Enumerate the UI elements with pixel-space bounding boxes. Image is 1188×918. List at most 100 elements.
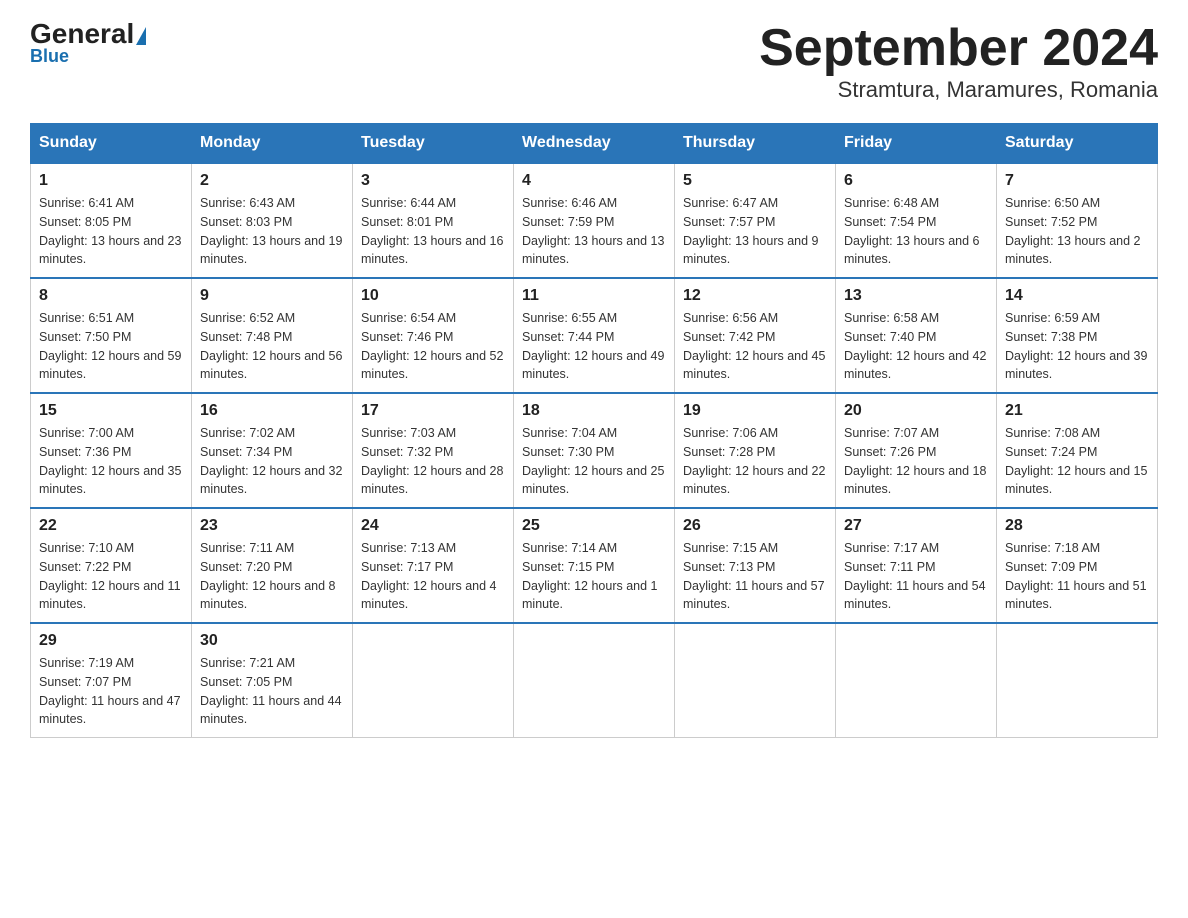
daylight-text: Daylight: 12 hours and 45 minutes.	[683, 349, 825, 382]
sunset-text: Sunset: 7:59 PM	[522, 215, 614, 229]
calendar-day-cell: 1Sunrise: 6:41 AMSunset: 8:05 PMDaylight…	[31, 163, 192, 278]
daylight-text: Daylight: 13 hours and 13 minutes.	[522, 234, 664, 267]
daylight-text: Daylight: 12 hours and 1 minute.	[522, 579, 658, 612]
calendar-day-cell	[353, 623, 514, 738]
calendar-day-cell: 23 Sunrise: 7:11 AMSunset: 7:20 PMDayligh…	[192, 508, 353, 623]
sunrise-text: Sunrise: 7:10 AM	[39, 541, 134, 555]
day-number: 2	[200, 172, 344, 190]
sunrise-text: Sunrise: 6:59 AM	[1005, 311, 1100, 325]
sunrise-text: Sunrise: 7:21 AM	[200, 656, 295, 670]
day-number: 3	[361, 172, 505, 190]
day-number: 4	[522, 172, 666, 190]
calendar-day-cell	[675, 623, 836, 738]
daylight-text: Daylight: 12 hours and 25 minutes.	[522, 464, 664, 497]
sunset-text: Sunset: 7:57 PM	[683, 215, 775, 229]
sunrise-text: Sunrise: 6:51 AM	[39, 311, 134, 325]
calendar-title: September 2024	[759, 20, 1158, 77]
sunset-text: Sunset: 7:24 PM	[1005, 445, 1097, 459]
sunset-text: Sunset: 7:32 PM	[361, 445, 453, 459]
daylight-text: Daylight: 13 hours and 2 minutes.	[1005, 234, 1141, 267]
sunrise-text: Sunrise: 6:55 AM	[522, 311, 617, 325]
sunset-text: Sunset: 7:38 PM	[1005, 330, 1097, 344]
day-info: Sunrise: 7:07 AMSunset: 7:26 PMDaylight:…	[844, 424, 988, 499]
daylight-text: Daylight: 11 hours and 47 minutes.	[39, 694, 181, 727]
calendar-day-cell: 12 Sunrise: 6:56 AMSunset: 7:42 PMDayligh…	[675, 278, 836, 393]
day-info: Sunrise: 7:19 AMSunset: 7:07 PMDaylight:…	[39, 654, 183, 729]
calendar-day-cell: 15Sunrise: 7:00 AMSunset: 7:36 PMDayligh…	[31, 393, 192, 508]
day-info: Sunrise: 6:44 AMSunset: 8:01 PMDaylight:…	[361, 194, 505, 269]
logo-blue-text: Blue	[30, 46, 69, 67]
day-number: 23	[200, 517, 344, 535]
daylight-text: Daylight: 12 hours and 28 minutes.	[361, 464, 503, 497]
day-number: 17	[361, 402, 505, 420]
calendar-day-cell: 9 Sunrise: 6:52 AMSunset: 7:48 PMDaylight…	[192, 278, 353, 393]
daylight-text: Daylight: 12 hours and 4 minutes.	[361, 579, 497, 612]
day-info: Sunrise: 7:21 AMSunset: 7:05 PMDaylight:…	[200, 654, 344, 729]
day-number: 15	[39, 402, 183, 420]
sunset-text: Sunset: 7:15 PM	[522, 560, 614, 574]
col-tuesday: Tuesday	[353, 124, 514, 164]
day-number: 28	[1005, 517, 1149, 535]
sunrise-text: Sunrise: 6:44 AM	[361, 196, 456, 210]
day-number: 7	[1005, 172, 1149, 190]
day-number: 26	[683, 517, 827, 535]
sunset-text: Sunset: 7:48 PM	[200, 330, 292, 344]
calendar-week-row: 1Sunrise: 6:41 AMSunset: 8:05 PMDaylight…	[31, 163, 1158, 278]
calendar-day-cell: 3 Sunrise: 6:44 AMSunset: 8:01 PMDaylight…	[353, 163, 514, 278]
calendar-day-cell: 18Sunrise: 7:04 AMSunset: 7:30 PMDayligh…	[514, 393, 675, 508]
logo-triangle-icon	[136, 27, 146, 45]
day-number: 30	[200, 632, 344, 650]
day-info: Sunrise: 6:55 AMSunset: 7:44 PMDaylight:…	[522, 309, 666, 384]
day-info: Sunrise: 7:02 AMSunset: 7:34 PMDaylight:…	[200, 424, 344, 499]
sunrise-text: Sunrise: 7:18 AM	[1005, 541, 1100, 555]
daylight-text: Daylight: 12 hours and 42 minutes.	[844, 349, 986, 382]
calendar-day-cell: 29 Sunrise: 7:19 AMSunset: 7:07 PMDayligh…	[31, 623, 192, 738]
daylight-text: Daylight: 11 hours and 57 minutes.	[683, 579, 825, 612]
sunrise-text: Sunrise: 6:41 AM	[39, 196, 134, 210]
day-info: Sunrise: 6:48 AMSunset: 7:54 PMDaylight:…	[844, 194, 988, 269]
day-number: 8	[39, 287, 183, 305]
day-info: Sunrise: 6:54 AMSunset: 7:46 PMDaylight:…	[361, 309, 505, 384]
calendar-day-cell: 2Sunrise: 6:43 AMSunset: 8:03 PMDaylight…	[192, 163, 353, 278]
calendar-day-cell: 24Sunrise: 7:13 AMSunset: 7:17 PMDayligh…	[353, 508, 514, 623]
sunrise-text: Sunrise: 7:14 AM	[522, 541, 617, 555]
day-info: Sunrise: 6:52 AMSunset: 7:48 PMDaylight:…	[200, 309, 344, 384]
day-number: 9	[200, 287, 344, 305]
calendar-day-cell: 6Sunrise: 6:48 AMSunset: 7:54 PMDaylight…	[836, 163, 997, 278]
day-info: Sunrise: 7:03 AMSunset: 7:32 PMDaylight:…	[361, 424, 505, 499]
sunset-text: Sunset: 7:52 PM	[1005, 215, 1097, 229]
calendar-day-cell: 30Sunrise: 7:21 AMSunset: 7:05 PMDayligh…	[192, 623, 353, 738]
sunset-text: Sunset: 7:11 PM	[844, 560, 936, 574]
col-wednesday: Wednesday	[514, 124, 675, 164]
day-info: Sunrise: 7:08 AMSunset: 7:24 PMDaylight:…	[1005, 424, 1149, 499]
sunrise-text: Sunrise: 7:15 AM	[683, 541, 778, 555]
day-info: Sunrise: 7:06 AMSunset: 7:28 PMDaylight:…	[683, 424, 827, 499]
calendar-day-cell: 26Sunrise: 7:15 AMSunset: 7:13 PMDayligh…	[675, 508, 836, 623]
daylight-text: Daylight: 12 hours and 11 minutes.	[39, 579, 181, 612]
calendar-day-cell	[997, 623, 1158, 738]
calendar-table: Sunday Monday Tuesday Wednesday Thursday…	[30, 123, 1158, 738]
page-header: General Blue September 2024 Stramtura, M…	[30, 20, 1158, 103]
sunset-text: Sunset: 7:05 PM	[200, 675, 292, 689]
calendar-day-cell: 21 Sunrise: 7:08 AMSunset: 7:24 PMDayligh…	[997, 393, 1158, 508]
daylight-text: Daylight: 12 hours and 15 minutes.	[1005, 464, 1147, 497]
day-number: 12	[683, 287, 827, 305]
sunrise-text: Sunrise: 6:47 AM	[683, 196, 778, 210]
day-number: 24	[361, 517, 505, 535]
calendar-day-cell: 14Sunrise: 6:59 AMSunset: 7:38 PMDayligh…	[997, 278, 1158, 393]
day-number: 29	[39, 632, 183, 650]
sunset-text: Sunset: 7:40 PM	[844, 330, 936, 344]
calendar-day-cell: 5Sunrise: 6:47 AMSunset: 7:57 PMDaylight…	[675, 163, 836, 278]
sunrise-text: Sunrise: 7:07 AM	[844, 426, 939, 440]
day-number: 21	[1005, 402, 1149, 420]
day-number: 11	[522, 287, 666, 305]
daylight-text: Daylight: 12 hours and 52 minutes.	[361, 349, 503, 382]
calendar-subtitle: Stramtura, Maramures, Romania	[759, 77, 1158, 103]
day-info: Sunrise: 7:11 AMSunset: 7:20 PMDaylight:…	[200, 539, 344, 614]
calendar-day-cell: 8Sunrise: 6:51 AMSunset: 7:50 PMDaylight…	[31, 278, 192, 393]
day-info: Sunrise: 6:56 AMSunset: 7:42 PMDaylight:…	[683, 309, 827, 384]
day-info: Sunrise: 7:10 AMSunset: 7:22 PMDaylight:…	[39, 539, 183, 614]
day-number: 19	[683, 402, 827, 420]
col-thursday: Thursday	[675, 124, 836, 164]
daylight-text: Daylight: 12 hours and 39 minutes.	[1005, 349, 1147, 382]
